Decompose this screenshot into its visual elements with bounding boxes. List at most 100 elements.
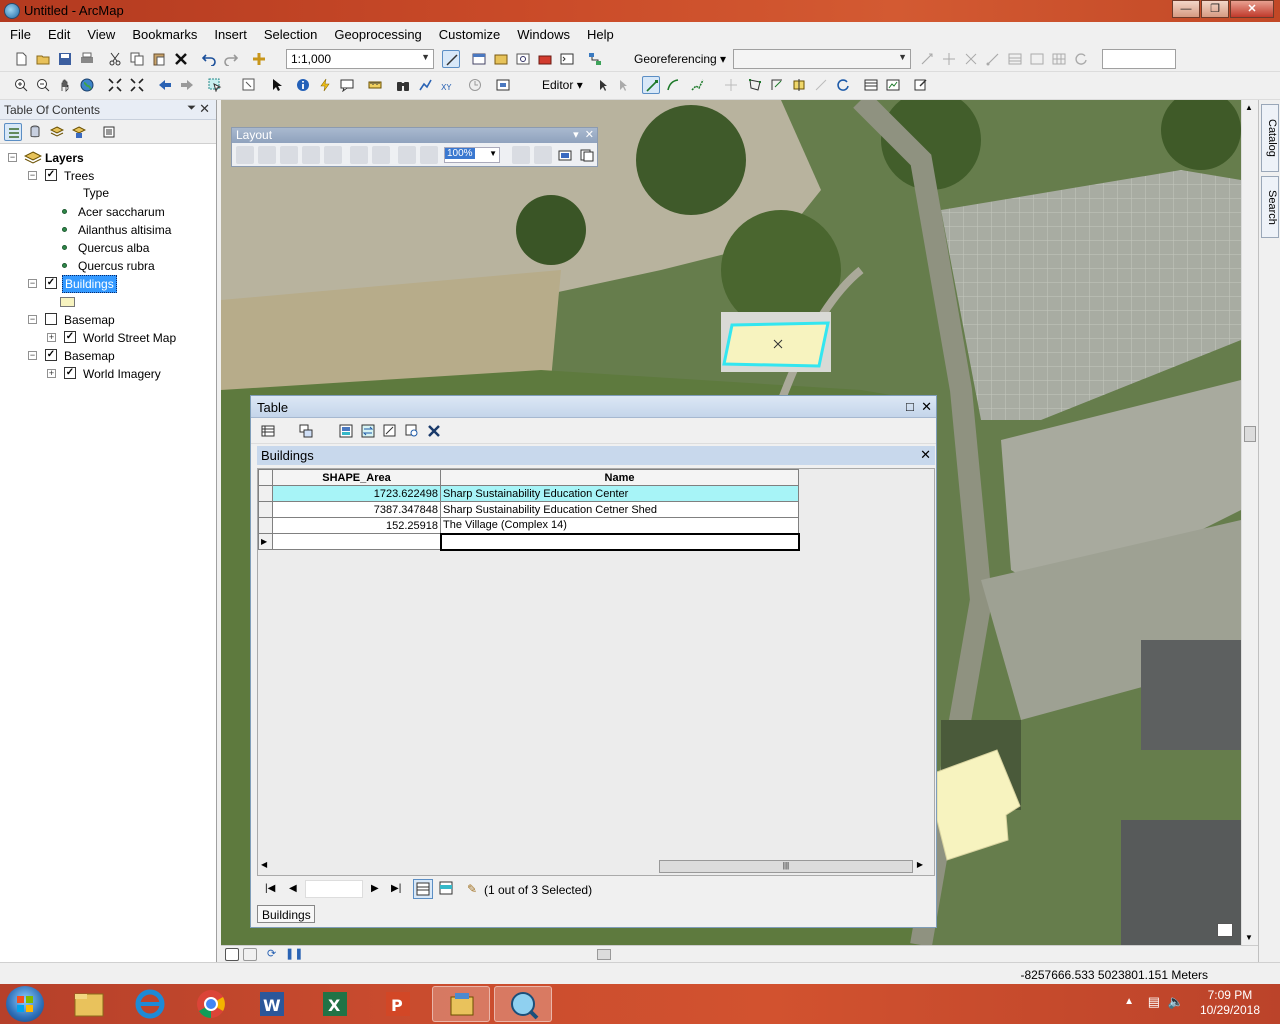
georeferencing-menu[interactable]: Georeferencing ▾ [634,52,726,66]
shape-area-cell[interactable]: 152.25918 [272,517,441,534]
taskbar-internet-explorer[interactable] [121,986,179,1022]
row-selector[interactable] [258,501,273,518]
horizontal-scroll-thumb[interactable] [597,949,611,960]
collapse-icon[interactable]: − [28,279,37,288]
new-document-button[interactable] [12,50,30,68]
delete-selected-button[interactable] [425,422,443,440]
table-of-contents-button[interactable] [470,50,488,68]
scroll-down-icon[interactable]: ▼ [1245,933,1253,942]
next-record-icon[interactable]: ▶ [371,883,379,894]
georeference-layer-combo[interactable]: ▼ [733,49,911,69]
maximize-icon[interactable]: □ [906,399,914,414]
taskbar-excel[interactable]: X [306,986,364,1022]
row-selector[interactable] [258,485,273,502]
show-hidden-icons[interactable]: ▲ [1124,996,1134,1007]
row-selector[interactable] [258,517,273,534]
menu-bookmarks[interactable]: Bookmarks [122,22,204,42]
list-by-selection-button[interactable] [70,123,88,141]
show-selected-records-button[interactable] [437,879,457,899]
redo-button[interactable] [222,50,240,68]
fixed-zoom-out-layout-button[interactable] [372,146,390,164]
table-row[interactable]: 152.25918 The Village (Complex 14) [258,517,799,534]
cut-polygons-button[interactable] [790,76,808,94]
menu-file[interactable]: File [0,22,38,42]
zoom-in-button[interactable] [12,76,30,94]
menu-customize[interactable]: Customize [429,22,507,42]
layout-zoom-out-button[interactable] [258,146,276,164]
scroll-right-icon[interactable]: ▶ [917,860,923,869]
taskbar-powerpoint[interactable]: P [369,986,427,1022]
collapse-icon[interactable]: − [28,351,37,360]
start-button[interactable] [6,986,44,1022]
select-by-attributes-button[interactable] [337,422,355,440]
last-record-icon[interactable]: ▶| [391,883,401,894]
minimize-button[interactable]: — [1172,0,1200,18]
first-record-icon[interactable]: |◀ [265,883,275,894]
taskbar-file-explorer[interactable] [60,986,118,1022]
current-row-arrow-icon[interactable]: ▶ [258,533,273,550]
table-window-titlebar[interactable]: Table □ ✕ [251,396,936,418]
add-data-button[interactable] [250,50,278,68]
change-layout-button[interactable] [556,146,574,164]
catalog-dock-tab[interactable]: Catalog [1261,104,1279,172]
close-button[interactable]: ✕ [1230,0,1274,18]
arctoolbox-button[interactable] [536,50,554,68]
data-view-button[interactable] [225,948,239,961]
attributes-button[interactable] [862,76,880,94]
expand-icon[interactable]: + [47,333,56,342]
previous-record-icon[interactable]: ◀ [289,883,297,894]
refresh-icon[interactable]: ⟳ [267,947,276,960]
create-viewer-button[interactable] [494,76,520,94]
menu-selection[interactable]: Selection [254,22,324,42]
name-cell[interactable]: The Village (Complex 14) [440,517,799,534]
editor-menu[interactable]: Editor ▾ [542,78,583,92]
name-cell[interactable]: Sharp Sustainability Education Cetner Sh… [440,501,799,518]
route-button[interactable] [416,76,434,94]
hyperlink-button[interactable] [316,76,334,94]
taskbar-arccatalog[interactable] [432,986,490,1022]
collapse-icon[interactable]: − [28,171,37,180]
zoom-out-button[interactable] [34,76,52,94]
trees-visibility-checkbox[interactable]: ✓ [45,169,57,181]
buildings-visibility-checkbox[interactable]: ✓ [45,277,57,289]
layout-pan-button[interactable] [280,146,298,164]
go-to-xy-button[interactable]: XY [438,76,456,94]
basemap-street-visibility-checkbox[interactable] [45,313,57,325]
taskbar-arcmap[interactable] [494,986,552,1022]
menu-view[interactable]: View [77,22,122,42]
switch-selection-button[interactable] [359,422,377,440]
measure-button[interactable] [366,76,384,94]
map-scale-combo[interactable]: 1:1,000 ▼ [286,49,434,69]
record-number-field[interactable] [305,880,363,898]
system-clock[interactable]: 7:09 PM 10/29/2018 [1200,988,1260,1018]
rotate-georef-button[interactable] [918,50,936,68]
straight-segment-button[interactable] [642,76,660,94]
map-tips-icon[interactable] [1217,923,1233,937]
focus-data-frame-button[interactable] [534,146,552,164]
scroll-thumb[interactable] [1244,426,1256,442]
taskbar-chrome[interactable] [182,986,240,1022]
buildings-bottom-tab[interactable]: Buildings [257,905,315,923]
zoom-whole-page-button[interactable] [302,146,320,164]
close-icon[interactable]: ✕ [921,399,932,414]
zoom-to-selected-button[interactable] [403,422,421,440]
collapse-icon[interactable]: − [8,153,17,162]
list-by-source-button[interactable] [26,123,44,141]
grid-scroll-thumb[interactable]: ||| [659,860,913,873]
row-selector-header[interactable] [258,469,273,486]
go-forward-extent-layout-button[interactable] [420,146,438,164]
create-features-button[interactable] [912,76,930,94]
identify-button[interactable] [294,76,312,94]
reshape-button[interactable] [768,76,786,94]
pin-icon[interactable]: ⏷ [187,102,196,115]
dropdown-icon[interactable]: ▾ [573,129,579,141]
table-row[interactable]: 7387.347848 Sharp Sustainability Educati… [258,501,799,518]
find-button[interactable] [394,76,412,94]
copy-button[interactable] [128,50,146,68]
layout-toolbar-header[interactable]: Layout ▾ ✕ [232,128,597,143]
volume-icon[interactable]: 🔈 [1168,994,1184,1010]
zoom-100-button[interactable] [324,146,342,164]
edit-vertices-button[interactable] [746,76,764,94]
fixed-zoom-in-layout-button[interactable] [350,146,368,164]
basemap-imagery-visibility-checkbox[interactable]: ✓ [45,349,57,361]
